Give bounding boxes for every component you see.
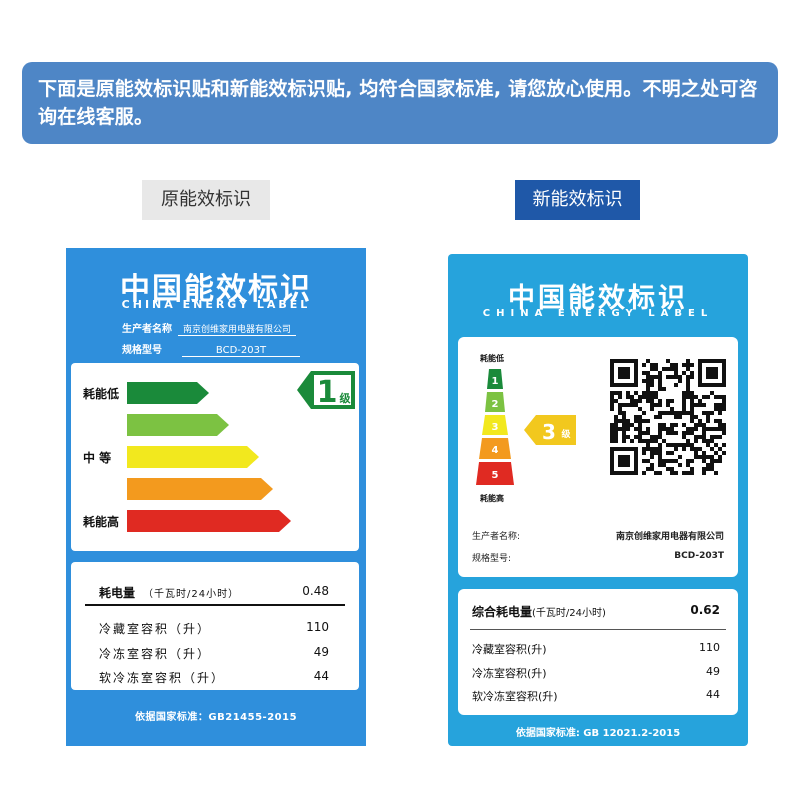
old-row-fridge-label: 冷藏室容积（升）	[99, 622, 212, 636]
old-spec-table: 耗电量 （千瓦时/24小时） 0.48 冷藏室容积（升） 110 冷冻室容积（升）…	[71, 562, 359, 690]
old-grade-badge: 1 级	[297, 371, 355, 409]
new-model-label: 规格型号:	[472, 554, 512, 564]
old-table-divider	[85, 604, 345, 606]
old-model-value: BCD-203T	[182, 345, 300, 357]
old-grade-arrow-5	[127, 510, 291, 532]
old-label-footer: 依据国家标准：GB21455-2015	[134, 712, 298, 723]
new-row-fridge-value: 110	[699, 641, 720, 654]
new-label-subtitle: CHINA ENERGY LABEL	[482, 308, 714, 319]
new-manufacturer-label: 生产者名称:	[472, 532, 521, 542]
new-row-soft-freezer-value: 44	[706, 688, 720, 701]
old-scale-mid: 中 等	[83, 451, 112, 465]
caption-new-label: 新能效标识	[515, 180, 640, 220]
new-model-value: BCD-203T	[674, 551, 724, 561]
new-row-power-unit: (千瓦时/24小时)	[532, 608, 606, 619]
old-row-power-unit: （千瓦时/24小时）	[143, 589, 240, 600]
notice-banner: 下面是原能效标识贴和新能效标识贴, 均符合国家标准, 请您放心使用。不明之处可咨…	[22, 62, 778, 144]
old-energy-label: 中国能效标识 CHINA ENERGY LABEL 生产者名称 南京创维家用电器有…	[66, 248, 366, 746]
new-level-3: 3	[492, 422, 499, 433]
old-model-label: 规格型号	[122, 345, 162, 356]
old-grade-arrow-4	[127, 478, 273, 500]
new-row-fridge: 冷藏室容积(升) 110	[472, 641, 728, 657]
new-table-divider	[470, 629, 726, 630]
new-row-fridge-label: 冷藏室容积(升)	[472, 643, 547, 656]
old-model-row: 规格型号 BCD-203T	[122, 341, 300, 357]
old-manufacturer-value: 南京创维家用电器有限公司	[178, 322, 296, 336]
old-row-fridge: 冷藏室容积（升） 110	[99, 620, 339, 637]
old-row-freezer-value: 49	[313, 645, 329, 659]
old-row-power-value: 0.48	[302, 584, 329, 598]
old-row-soft-freezer: 软冷冻室容积（升） 44	[99, 669, 339, 686]
new-grade-badge: 3 级	[524, 415, 576, 445]
old-label-subtitle: CHINA ENERGY LABEL	[121, 298, 311, 311]
old-grade-arrow-3	[127, 446, 259, 468]
new-row-freezer-value: 49	[706, 665, 720, 678]
new-row-soft-freezer: 软冷冻室容积(升) 44	[472, 688, 728, 704]
new-row-power: 综合耗电量(千瓦时/24小时) 0.62	[472, 603, 728, 620]
old-scale-high: 耗能高	[83, 515, 120, 529]
new-row-freezer: 冷冻室容积(升) 49	[472, 665, 728, 681]
old-row-power: 耗电量 （千瓦时/24小时） 0.48	[99, 584, 339, 601]
new-label-top-panel: 耗能低 耗能高 1 2 3 4 5 3 级 生产者名称: 南京创维家用电器有限公…	[458, 337, 738, 577]
qr-code-icon	[610, 359, 726, 475]
old-scale-low: 耗能低	[83, 387, 120, 401]
new-level-5: 5	[492, 470, 499, 481]
new-grade-suffix: 级	[560, 428, 571, 440]
new-grade-pyramid: 1 2 3 4 5	[476, 369, 514, 485]
new-scale-high: 耗能高	[480, 494, 504, 503]
new-row-power-label: 综合耗电量	[472, 605, 533, 619]
old-manufacturer-row: 生产者名称 南京创维家用电器有限公司	[122, 320, 296, 336]
new-manufacturer-value: 南京创维家用电器有限公司	[615, 532, 724, 542]
new-spec-table: 综合耗电量(千瓦时/24小时) 0.62 冷藏室容积(升) 110 冷冻室容积(…	[458, 589, 738, 715]
old-grade-chart: 耗能低 中 等 耗能高 1 级	[71, 363, 359, 551]
new-level-1: 1	[492, 376, 499, 387]
new-level-2: 2	[492, 399, 499, 410]
new-grade-number: 3	[542, 420, 556, 444]
new-energy-label: 中国能效标识 CHINA ENERGY LABEL 耗能低 耗能高 1 2 3 …	[448, 254, 748, 746]
old-row-fridge-value: 110	[306, 620, 329, 634]
caption-old-label: 原能效标识	[142, 180, 270, 220]
new-scale-low: 耗能低	[480, 354, 504, 363]
new-row-freezer-label: 冷冻室容积(升)	[472, 667, 547, 680]
new-row-power-value: 0.62	[690, 603, 720, 617]
old-grade-arrow-1	[127, 382, 209, 404]
old-grade-arrow-2	[127, 414, 229, 436]
old-row-freezer: 冷冻室容积（升） 49	[99, 645, 339, 662]
old-grade-suffix: 级	[339, 391, 352, 405]
old-grade-number: 1	[317, 375, 338, 409]
old-row-power-label: 耗电量	[99, 586, 136, 600]
new-row-soft-freezer-label: 软冷冻室容积(升)	[472, 690, 558, 703]
old-manufacturer-label: 生产者名称	[122, 324, 172, 335]
old-row-soft-freezer-label: 软冷冻室容积（升）	[99, 671, 226, 685]
old-row-freezer-label: 冷冻室容积（升）	[99, 647, 212, 661]
new-level-4: 4	[492, 445, 499, 456]
old-row-soft-freezer-value: 44	[313, 669, 329, 683]
new-label-footer: 依据国家标准: GB 12021.2-2015	[515, 728, 681, 739]
